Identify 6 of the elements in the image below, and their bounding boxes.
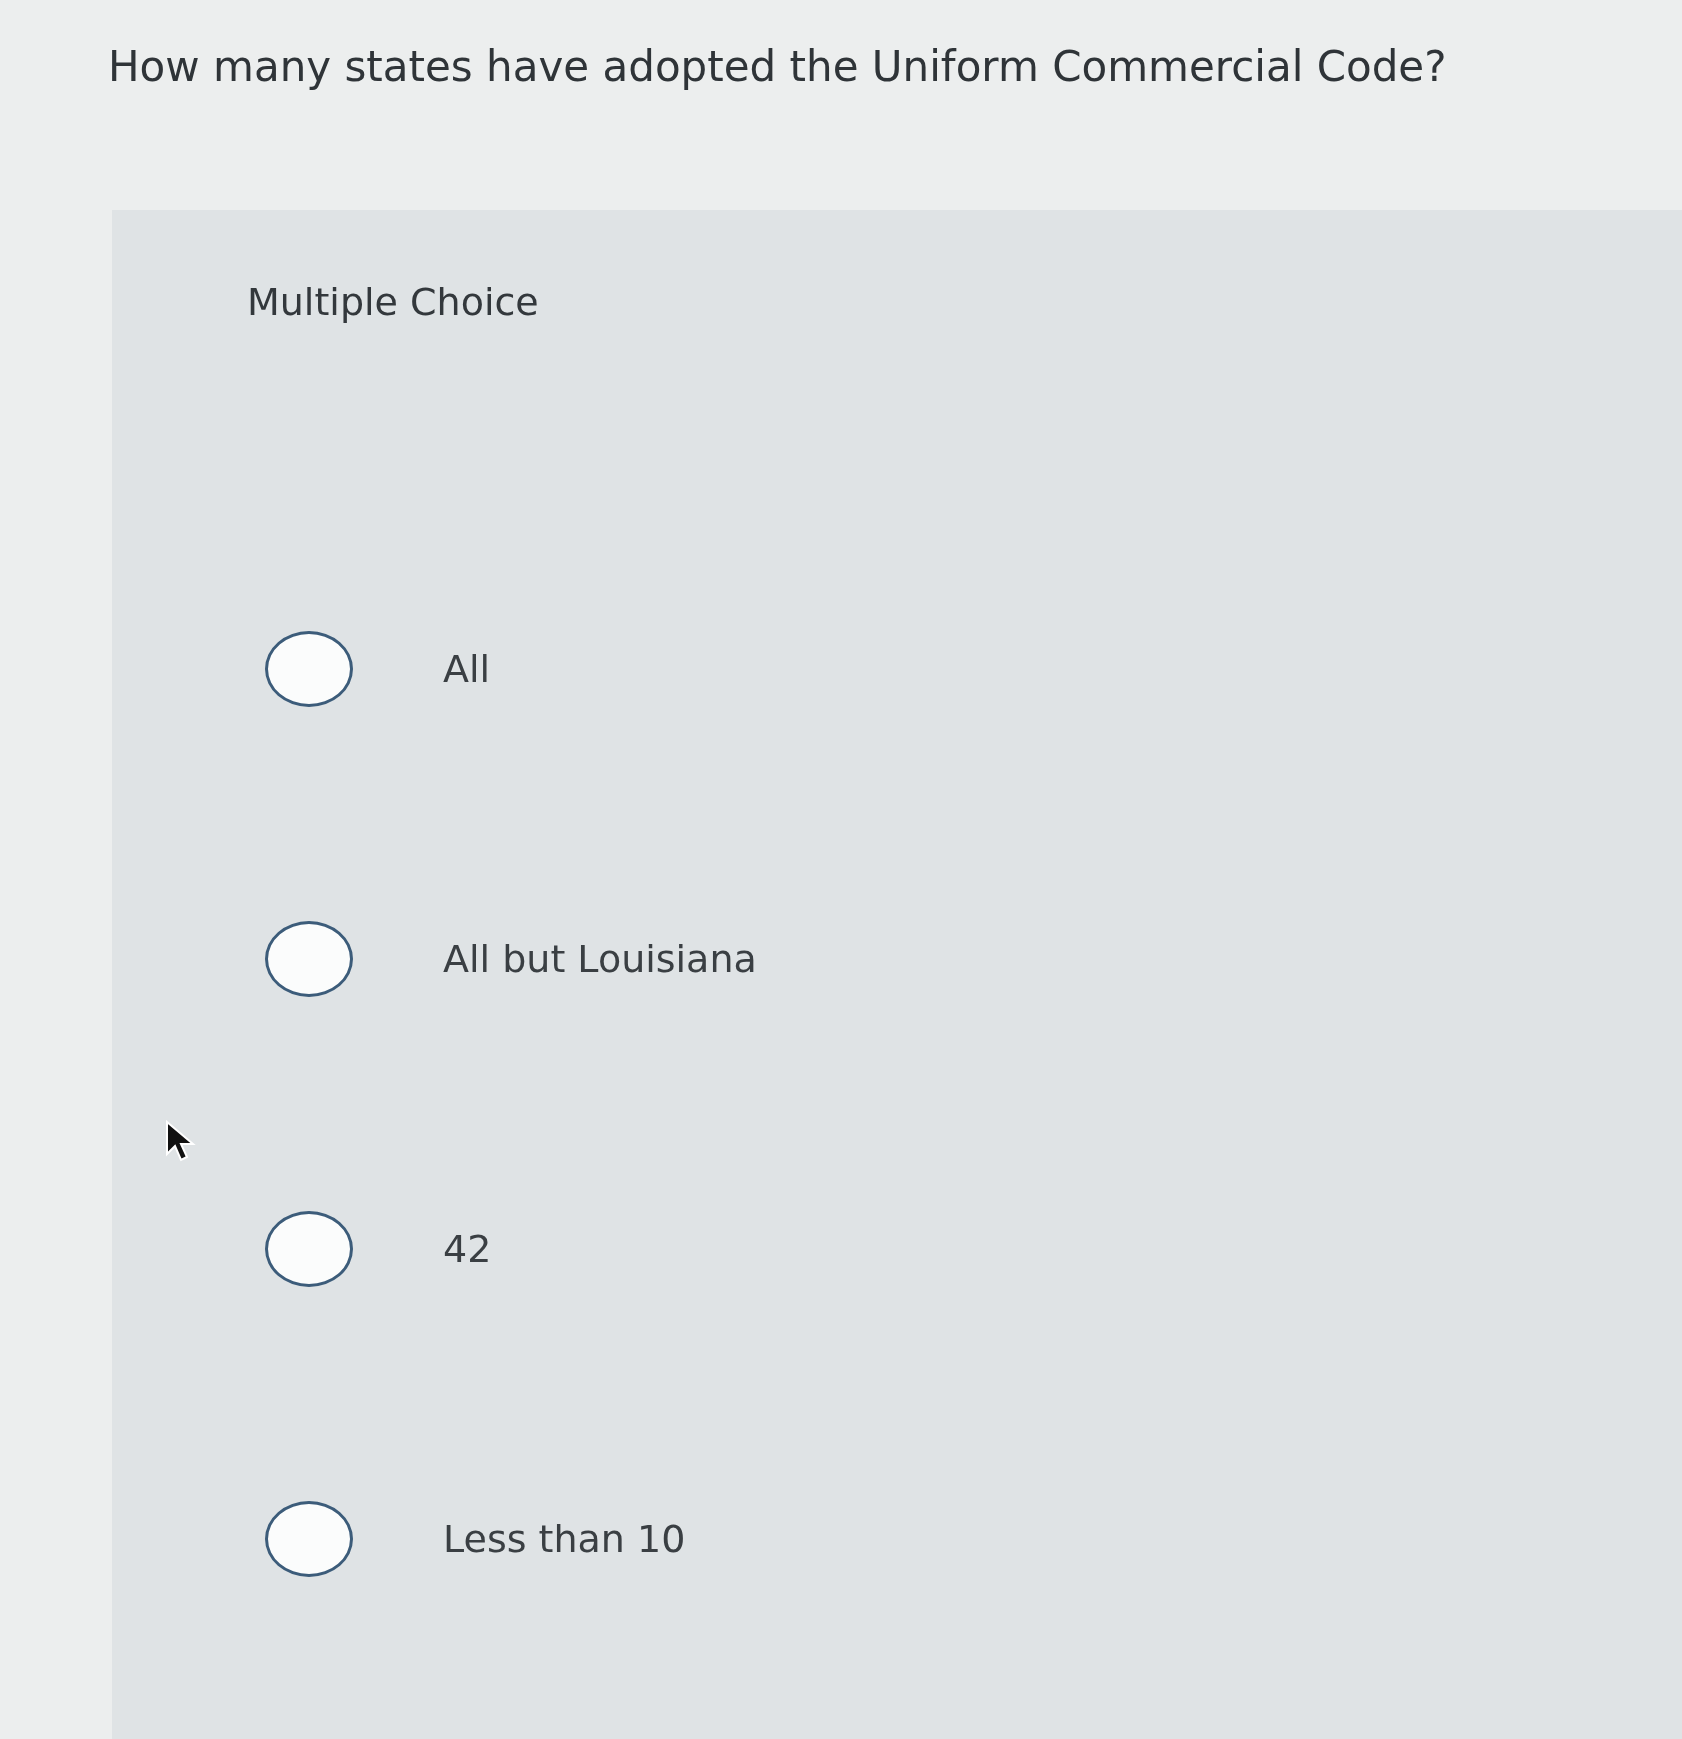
option-label[interactable]: All but Louisiana: [443, 937, 757, 981]
option-label[interactable]: All: [443, 647, 491, 691]
question-text: How many states have adopted the Uniform Commercial Code?: [107, 41, 1448, 93]
option-label[interactable]: 42: [443, 1227, 492, 1271]
question-type-label: Multiple Choice: [247, 280, 540, 324]
option-label[interactable]: Less than 10: [443, 1517, 686, 1561]
